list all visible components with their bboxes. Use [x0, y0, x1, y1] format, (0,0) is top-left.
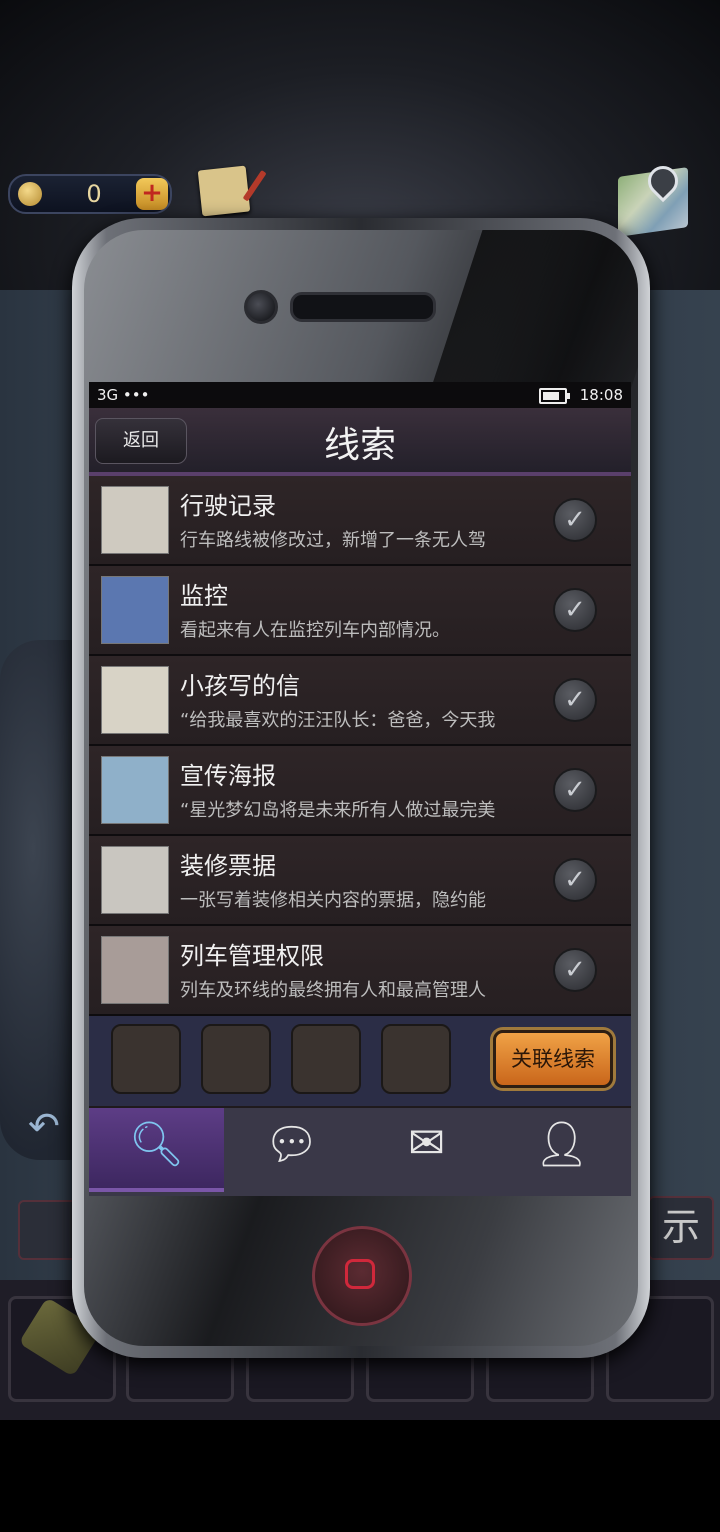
clue-item[interactable]: 监控 看起来有人在监控列车内部情况。 ✓ — [89, 566, 631, 656]
undo-arrow-icon[interactable]: ↶ — [28, 1104, 60, 1148]
check-icon[interactable]: ✓ — [553, 858, 597, 902]
clue-title: 监控 — [180, 582, 228, 610]
clue-description: 行车路线被修改过，新增了一条无人驾 — [180, 530, 486, 551]
notes-icon[interactable] — [197, 165, 251, 217]
home-icon — [345, 1259, 375, 1289]
clue-title: 宣传海报 — [180, 762, 276, 790]
link-slot[interactable] — [291, 1024, 361, 1094]
clue-description: 一张写着装修相关内容的票据，隐约能 — [180, 890, 486, 911]
user-icon: 👤︎ — [533, 1119, 590, 1170]
check-icon[interactable]: ✓ — [553, 588, 597, 632]
bottom-tab-bar: 🔍︎ 💬︎ ✉ 👤︎ — [89, 1108, 631, 1196]
check-icon[interactable]: ✓ — [553, 678, 597, 722]
tab-mail[interactable]: ✉ — [359, 1108, 494, 1188]
phone-screen: 3G ••• 18:08 线索 返回 行驶记录 行车路线被修改过，新增了一条无人… — [89, 382, 631, 1196]
clue-thumbnail — [101, 486, 169, 554]
hint-button[interactable]: 示 — [648, 1196, 714, 1260]
speaker-grille — [290, 292, 436, 322]
mail-icon: ✉ — [408, 1118, 445, 1169]
home-button[interactable] — [312, 1226, 412, 1326]
add-coins-button[interactable]: + — [136, 178, 168, 210]
side-item-card[interactable] — [18, 1200, 80, 1260]
coin-counter: 0 + — [8, 174, 172, 214]
clue-item[interactable]: 宣传海报 “星光梦幻岛将是未来所有人做过最完美 ✓ — [89, 746, 631, 836]
clock: 18:08 — [579, 386, 623, 404]
clue-title: 行驶记录 — [180, 492, 276, 520]
tab-profile[interactable]: 👤︎ — [494, 1108, 629, 1188]
network-indicator: 3G ••• — [97, 386, 150, 404]
clue-thumbnail — [101, 936, 169, 1004]
game-scene: 0 + ↶ 示 3G ••• 18:08 线索 返回 行驶记录 行车路线被修改过… — [0, 0, 720, 1532]
status-bar: 3G ••• 18:08 — [89, 382, 631, 408]
clue-item[interactable]: 列车管理权限 列车及环线的最终拥有人和最高管理人 ✓ — [89, 926, 631, 1016]
link-slot[interactable] — [111, 1024, 181, 1094]
clue-description: “星光梦幻岛将是未来所有人做过最完美 — [180, 800, 496, 821]
clue-thumbnail — [101, 576, 169, 644]
clue-thumbnail — [101, 846, 169, 914]
clue-item[interactable]: 装修票据 一张写着装修相关内容的票据，隐约能 ✓ — [89, 836, 631, 926]
search-icon: 🔍︎ — [128, 1119, 185, 1170]
clue-description: 列车及环线的最终拥有人和最高管理人 — [180, 980, 486, 1001]
link-slot[interactable] — [201, 1024, 271, 1094]
back-button[interactable]: 返回 — [95, 418, 187, 464]
chat-icon: 💬︎ — [263, 1119, 320, 1170]
tab-search[interactable]: 🔍︎ — [89, 1108, 224, 1192]
camera-icon — [244, 290, 278, 324]
clue-title: 小孩写的信 — [180, 672, 300, 700]
clue-item[interactable]: 小孩写的信 “给我最喜欢的汪汪队长：爸爸，今天我 ✓ — [89, 656, 631, 746]
clue-description: “给我最喜欢的汪汪队长：爸爸，今天我 — [180, 710, 496, 731]
check-icon[interactable]: ✓ — [553, 768, 597, 812]
clue-item[interactable]: 行驶记录 行车路线被修改过，新增了一条无人驾 ✓ — [89, 476, 631, 566]
clue-description: 看起来有人在监控列车内部情况。 — [180, 620, 450, 641]
coin-count: 0 — [86, 180, 102, 208]
coin-icon — [18, 182, 42, 206]
check-icon[interactable]: ✓ — [553, 498, 597, 542]
check-icon[interactable]: ✓ — [553, 948, 597, 992]
clue-title: 装修票据 — [180, 852, 276, 880]
clue-thumbnail — [101, 756, 169, 824]
link-clues-button[interactable]: 关联线索 — [493, 1030, 613, 1088]
tab-chat[interactable]: 💬︎ — [224, 1108, 359, 1188]
clue-list: 行驶记录 行车路线被修改过，新增了一条无人驾 ✓ 监控 看起来有人在监控列车内部… — [89, 476, 631, 1016]
clue-thumbnail — [101, 666, 169, 734]
bottom-black — [0, 1420, 720, 1532]
clue-title: 列车管理权限 — [180, 942, 324, 970]
link-slots-bar: 关联线索 — [89, 1016, 631, 1106]
battery-icon — [539, 388, 570, 404]
clues-header: 线索 返回 — [89, 408, 631, 476]
link-slot[interactable] — [381, 1024, 451, 1094]
